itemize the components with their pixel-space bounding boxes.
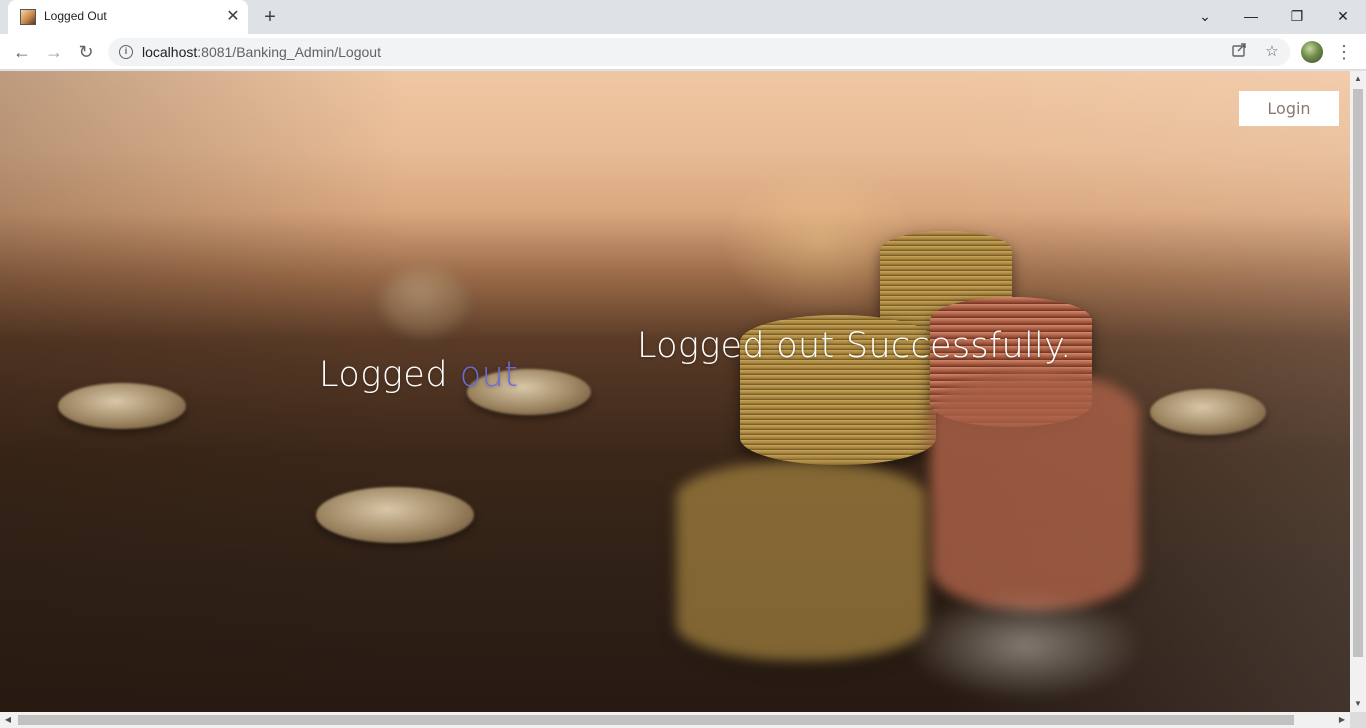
page-viewport: Login Logged out Logged out Successfully… (0, 71, 1350, 712)
coin-image (905, 591, 1145, 701)
url-host: localhost (142, 44, 198, 60)
coin-image (316, 487, 474, 543)
vertical-scroll-thumb[interactable] (1353, 89, 1363, 657)
coin-stack-image (930, 371, 1140, 611)
info-icon[interactable]: i (119, 45, 133, 59)
coin-image (58, 383, 186, 429)
share-icon[interactable] (1229, 42, 1249, 62)
tab-strip: Logged Out ✕ + ⌄ — ❐ ✕ (0, 0, 1366, 34)
back-button[interactable]: ← (8, 38, 36, 66)
vertical-scrollbar[interactable]: ▲ ▼ (1350, 71, 1366, 712)
horizontal-scroll-thumb[interactable] (18, 715, 1294, 725)
horizontal-scrollbar[interactable]: ◀ ▶ (0, 712, 1350, 728)
coin-image (1150, 389, 1266, 435)
profile-avatar[interactable] (1301, 41, 1323, 63)
tab-title: Logged Out (44, 9, 107, 23)
browser-toolbar: ← → ↻ i localhost:8081/Banking_Admin/Log… (0, 34, 1366, 70)
browser-tab[interactable]: Logged Out ✕ (8, 0, 248, 34)
reload-button[interactable]: ↻ (72, 38, 100, 66)
close-window-button[interactable]: ✕ (1320, 0, 1366, 32)
login-button[interactable]: Login (1239, 91, 1339, 126)
logout-message: Logged out Successfully. (637, 326, 1072, 366)
coin-stack-image (676, 461, 926, 661)
restore-button[interactable]: ❐ (1274, 0, 1320, 32)
scroll-down-icon[interactable]: ▼ (1350, 696, 1366, 712)
tab-search-icon[interactable]: ⌄ (1182, 0, 1228, 32)
heading-accent: out (459, 355, 519, 395)
star-icon[interactable]: ☆ (1262, 42, 1282, 62)
favicon-icon (20, 9, 36, 25)
scroll-up-icon[interactable]: ▲ (1350, 71, 1366, 87)
scroll-left-icon[interactable]: ◀ (0, 712, 16, 728)
minimize-button[interactable]: — (1228, 0, 1274, 32)
new-tab-button[interactable]: + (258, 5, 282, 29)
url-text[interactable]: localhost:8081/Banking_Admin/Logout (142, 44, 381, 60)
menu-icon[interactable]: ⋮ (1334, 38, 1354, 66)
scroll-right-icon[interactable]: ▶ (1334, 712, 1350, 728)
heading-main: Logged (319, 355, 460, 395)
tab-close-icon[interactable]: ✕ (223, 7, 243, 27)
forward-button[interactable]: → (40, 38, 68, 66)
coin-image (380, 267, 470, 337)
scrollbar-corner (1350, 712, 1366, 728)
url-path: :8081/Banking_Admin/Logout (197, 44, 381, 60)
address-bar[interactable]: i localhost:8081/Banking_Admin/Logout ☆ (108, 38, 1290, 66)
page-heading: Logged out (319, 355, 519, 395)
